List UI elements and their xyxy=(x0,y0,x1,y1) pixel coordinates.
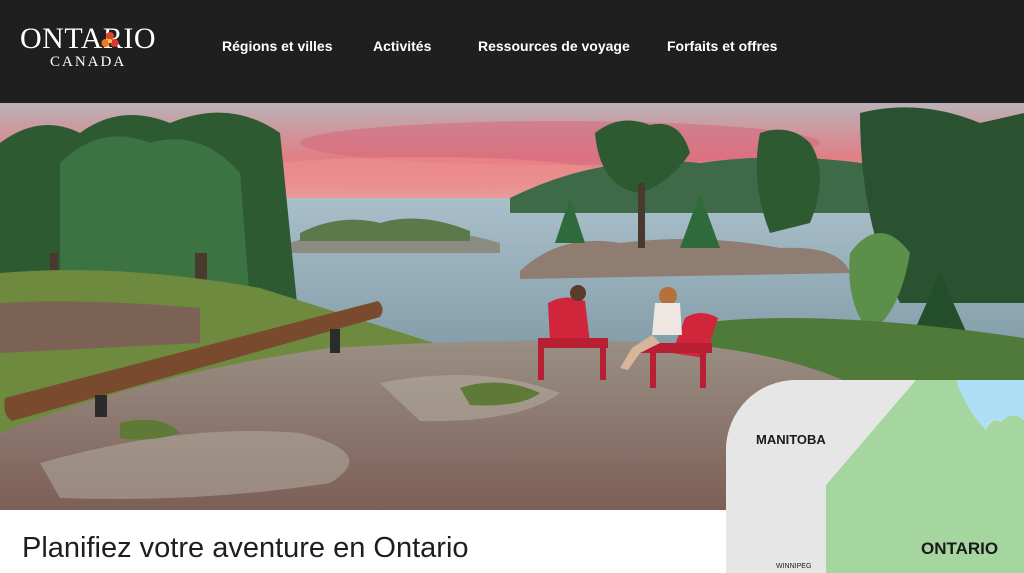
nav-activites[interactable]: Activités xyxy=(373,38,431,54)
trillium-icon xyxy=(101,32,119,47)
intro-section: Planifiez votre aventure en Ontario xyxy=(0,510,726,573)
nav-forfaits-offres[interactable]: Forfaits et offres xyxy=(667,38,777,54)
map-label-manitoba: MANITOBA xyxy=(756,432,826,447)
region-map[interactable]: MANITOBA ONTARIO WINNIPEG xyxy=(726,380,1024,573)
map-label-ontario: ONTARIO xyxy=(921,539,999,558)
top-navigation-bar: ONTARIO CANADA Régions et villes Activit… xyxy=(0,0,1024,103)
logo-wordmark: ONTARIO xyxy=(20,22,157,55)
ontario-canada-logo[interactable]: ONTARIO CANADA xyxy=(20,20,165,76)
nav-ressources-voyage[interactable]: Ressources de voyage xyxy=(478,38,630,54)
map-label-winnipeg: WINNIPEG xyxy=(776,563,812,570)
page-headline: Planifiez votre aventure en Ontario xyxy=(22,532,469,564)
nav-regions-villes[interactable]: Régions et villes xyxy=(222,38,332,54)
logo-subtitle: CANADA xyxy=(50,54,127,70)
